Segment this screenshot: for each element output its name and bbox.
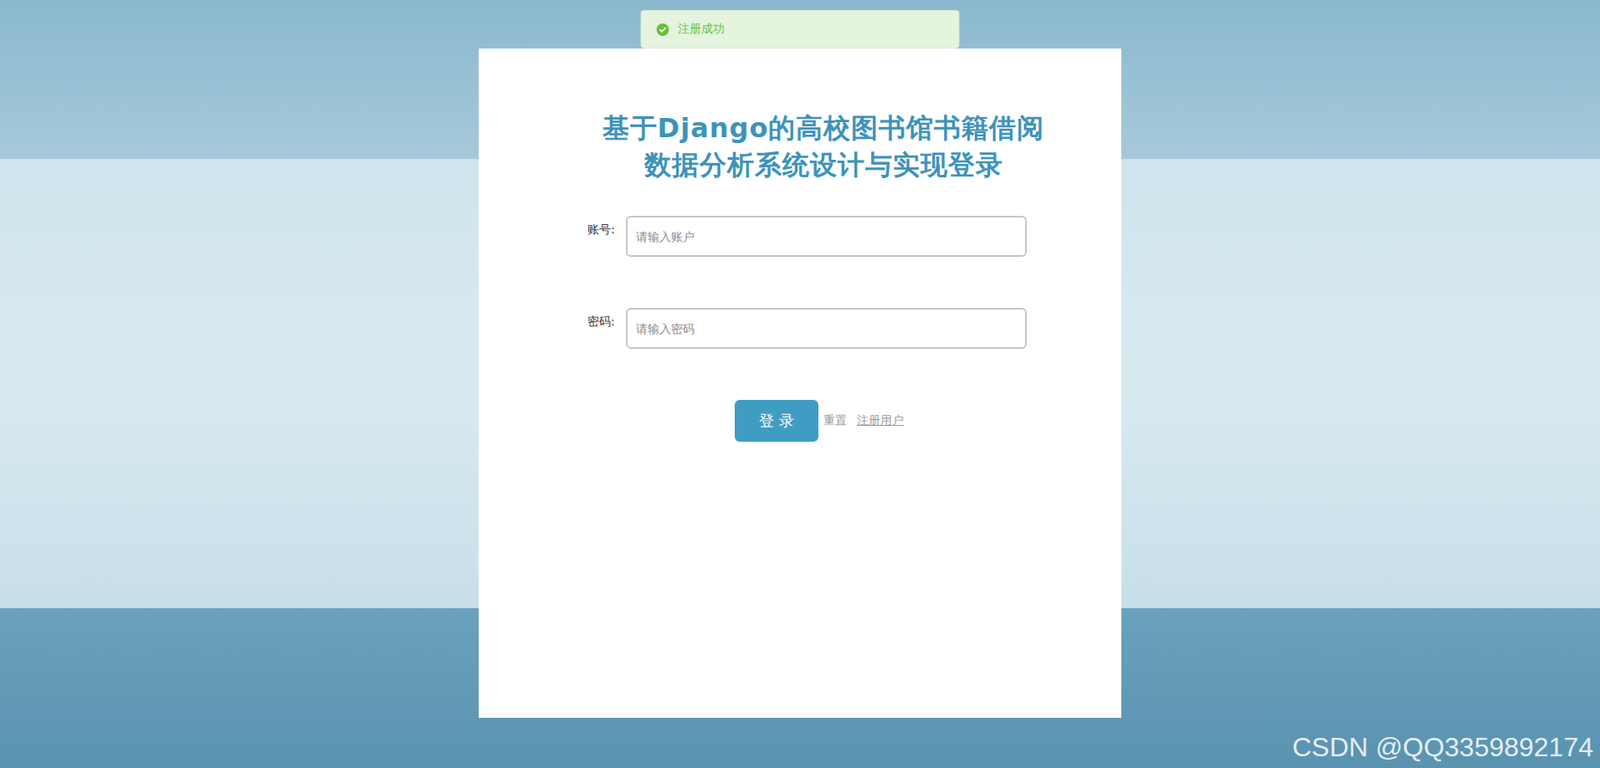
account-input[interactable] <box>625 215 1027 257</box>
field-label: 账号: <box>587 215 626 238</box>
login-page: 基于Django的高校图书馆书籍借阅数据分析系统设计与实现登录账号: 密码: 登 录… <box>0 0 1600 768</box>
form-row: 密码: <box>587 307 1031 349</box>
watermark: CSDN @QQ3359892174 <box>1292 732 1594 764</box>
field-label: 密码: <box>587 307 626 330</box>
register-link[interactable]: 注册用户 <box>856 413 904 429</box>
form-row: 账号: <box>587 215 1031 257</box>
success-icon <box>656 23 670 36</box>
toast-text: 注册成功 <box>677 21 725 37</box>
title-line: 数据分析系统设计与实现登录 <box>525 146 1122 184</box>
login-form: 账号: 密码: 登 录重置注册用户 <box>587 215 1031 442</box>
login-card: 基于Django的高校图书馆书籍借阅数据分析系统设计与实现登录账号: 密码: 登 录… <box>478 48 1122 718</box>
reset-button[interactable]: 重置 <box>823 413 847 429</box>
login-button[interactable]: 登 录 <box>734 400 819 442</box>
form-actions: 登 录重置注册用户 <box>587 400 1031 442</box>
success-toast: 注册成功 <box>641 10 960 49</box>
login-title: 基于Django的高校图书馆书籍借阅数据分析系统设计与实现登录 <box>478 109 1122 184</box>
title-line: 基于Django的高校图书馆书籍借阅 <box>525 109 1122 147</box>
password-input[interactable] <box>625 307 1027 349</box>
